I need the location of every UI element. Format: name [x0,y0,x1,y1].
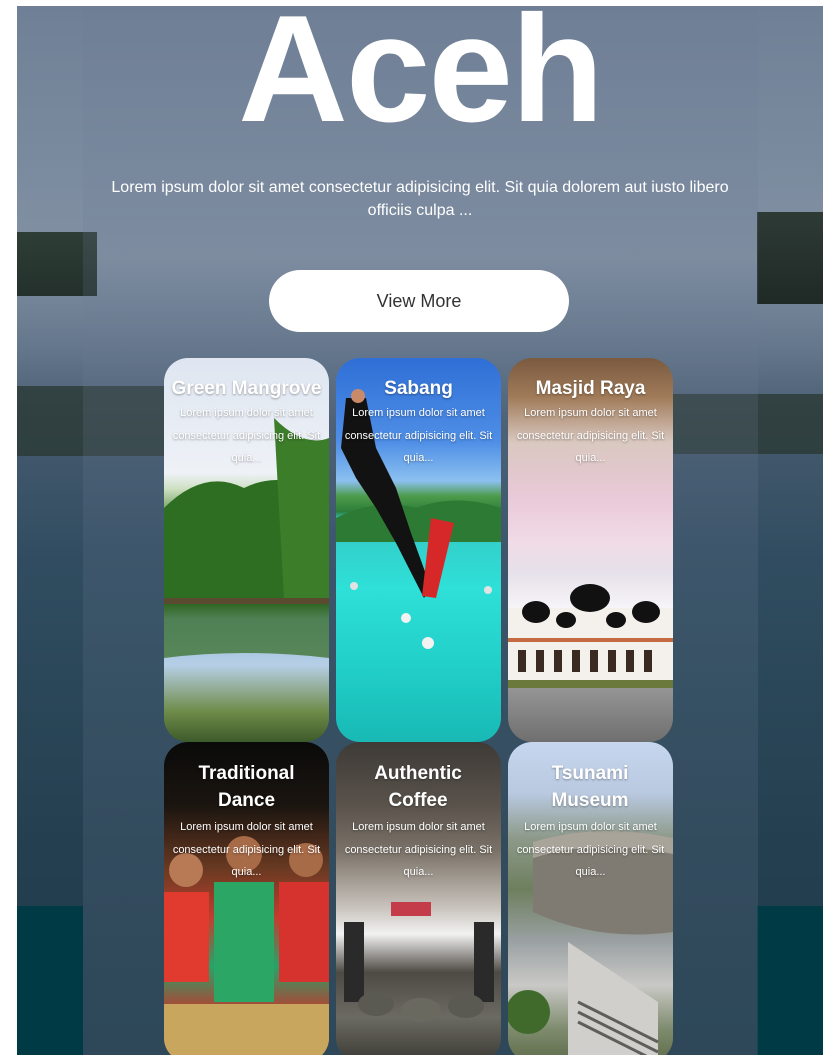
hero-description: Lorem ipsum dolor sit amet consectetur a… [111,179,729,219]
footer-strip [17,906,83,1055]
card-description: Lorem ipsum dolor sit amet consectetur a… [516,821,665,878]
page-title: Aceh [238,6,604,154]
card-title: Tsunami Museum [551,763,629,811]
card-description: Lorem ipsum dolor sit amet consectetur a… [516,407,665,464]
card-title: Sabang [384,378,453,399]
destination-card-sabang[interactable]: Sabang Lorem ipsum dolor sit amet consec… [336,358,501,742]
destination-card-authentic-coffee[interactable]: Authentic Coffee Lorem ipsum dolor sit a… [336,742,501,1055]
destination-card-traditional-dance[interactable]: Traditional Dance Lorem ipsum dolor sit … [164,742,329,1055]
card-description: Lorem ipsum dolor sit amet consectetur a… [172,407,321,464]
card-description: Lorem ipsum dolor sit amet consectetur a… [344,407,493,464]
footer-strip [757,906,823,1055]
card-title: Masjid Raya [535,378,646,399]
destination-card-masjid-raya[interactable]: Masjid Raya Lorem ipsum dolor sit amet c… [508,358,673,742]
card-title: Authentic Coffee [374,763,462,811]
destination-card-tsunami-museum[interactable]: Tsunami Museum Lorem ipsum dolor sit ame… [508,742,673,1055]
hero-section: Aceh Lorem ipsum dolor sit amet consecte… [17,6,823,1055]
card-title: Traditional Dance [198,763,295,811]
background-island [757,212,823,304]
card-description: Lorem ipsum dolor sit amet consectetur a… [344,821,493,878]
card-title: Green Mangrove [171,378,322,399]
card-description: Lorem ipsum dolor sit amet consectetur a… [172,821,321,878]
destination-card-green-mangrove[interactable]: Green Mangrove Lorem ipsum dolor sit ame… [164,358,329,742]
view-more-button[interactable]: View More [269,270,569,332]
